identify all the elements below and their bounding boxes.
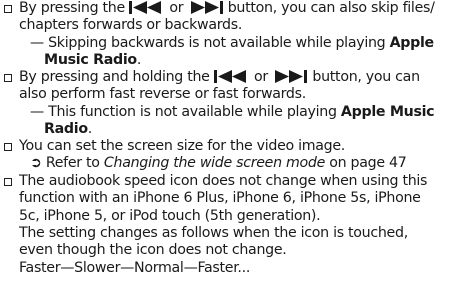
item2-note-line2: Radio. [44, 121, 92, 137]
checkbox-bullet-icon [4, 143, 12, 151]
checkbox-bullet-icon [4, 178, 12, 186]
item2-note-line1: — This function is not available while p… [30, 104, 435, 120]
item2-line2: also perform fast reverse or fast forwar… [19, 86, 306, 102]
item4-line3: 5c, iPhone 5, or iPod touch (5th generat… [19, 208, 321, 224]
item1-note-line1: — Skipping backwards is not available wh… [30, 35, 434, 51]
item3-reference[interactable]: ➲ Refer to Changing the wide screen mode… [30, 155, 407, 172]
item4-line2: function with an iPhone 6 Plus, iPhone 6… [19, 190, 421, 206]
item4-line1: The audiobook speed icon does not change… [19, 173, 428, 189]
item4-line6: Faster—Slower—Normal—Faster... [19, 260, 251, 276]
skip-back-icon [129, 1, 162, 14]
checkbox-bullet-icon [4, 74, 12, 82]
item4-line5: even though the icon does not change. [19, 242, 287, 258]
skip-forward-icon [190, 1, 223, 14]
item2-line1: By pressing and holding the or button, y… [19, 69, 420, 85]
item3-line1: You can set the screen size for the vide… [19, 138, 346, 154]
manual-page: By pressing the or button, you can also … [0, 0, 463, 304]
item1-note-line2: Music Radio. [44, 52, 142, 68]
checkbox-bullet-icon [4, 5, 12, 13]
item1-line1: By pressing the or button, you can also … [19, 0, 435, 16]
skip-back-icon [213, 70, 246, 83]
reference-arrow-icon: ➲ [30, 155, 42, 171]
item4-line4: The setting changes as follows when the … [19, 225, 408, 241]
skip-forward-icon [275, 70, 308, 83]
item1-line2: chapters forwards or backwards. [19, 17, 243, 33]
